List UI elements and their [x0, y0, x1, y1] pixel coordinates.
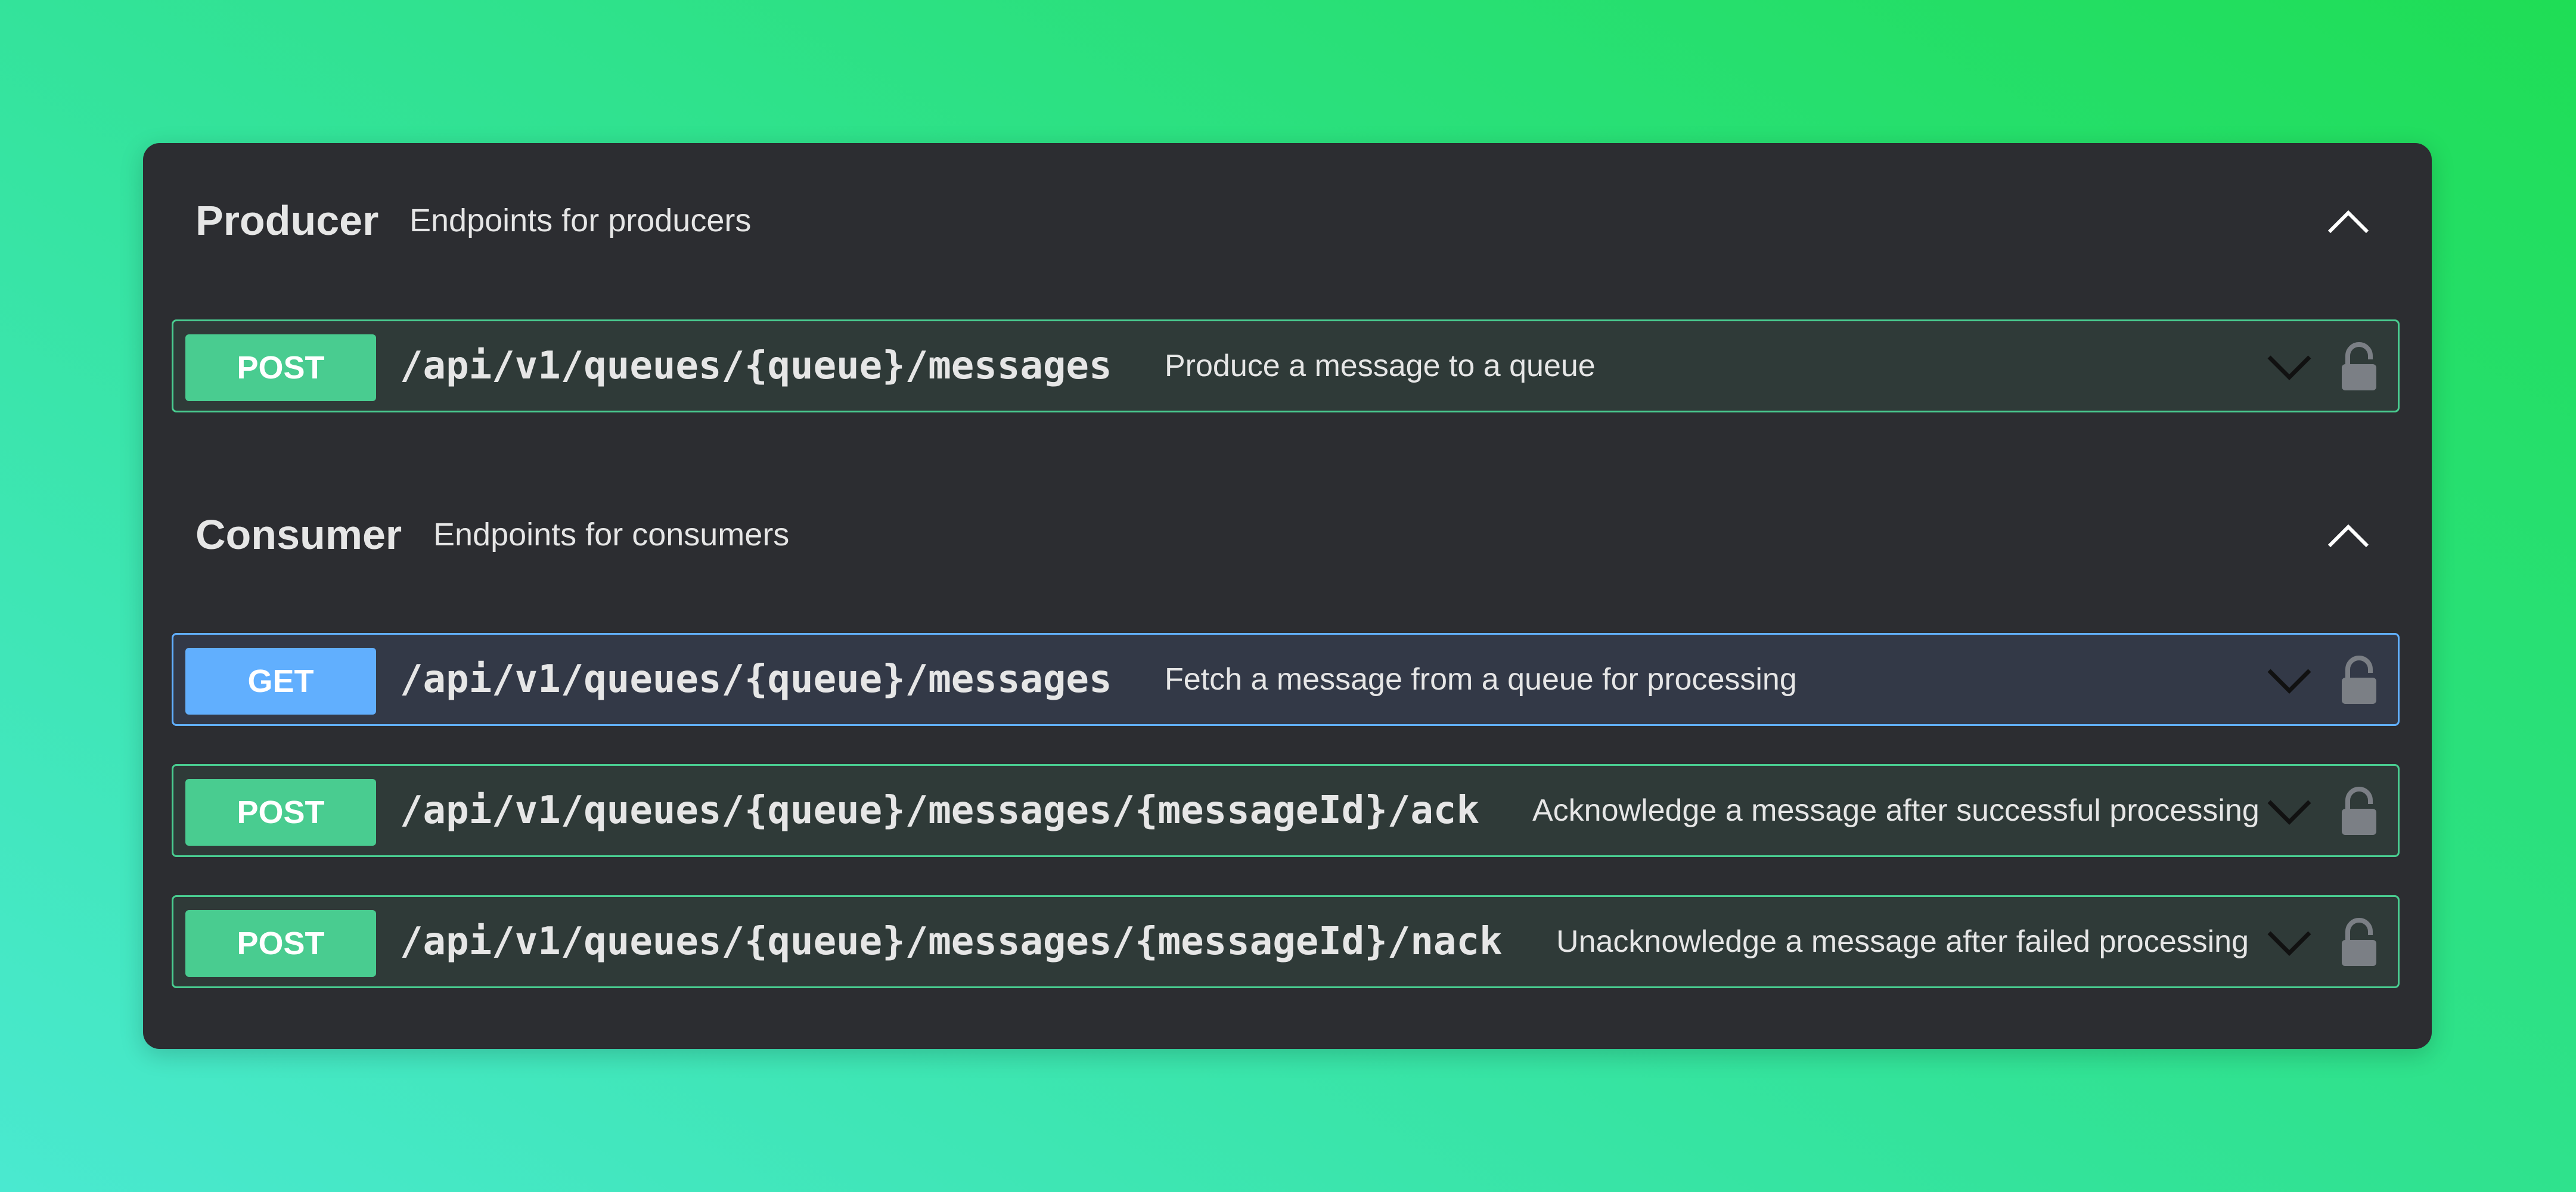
operation-post-nack[interactable]: POST /api/v1/queues/{queue}/messages/{me…: [172, 895, 2400, 988]
tag-header-consumer[interactable]: Consumer Endpoints for consumers: [143, 496, 2432, 573]
operation-path: /api/v1/queues/{queue}/messages/{message…: [400, 789, 1479, 833]
method-badge: POST: [185, 334, 376, 401]
chevron-up-icon[interactable]: [2324, 513, 2372, 557]
method-badge: POST: [185, 910, 376, 977]
operation-get-messages[interactable]: GET /api/v1/queues/{queue}/messages Fetc…: [172, 633, 2400, 726]
operation-summary: Acknowledge a message after successful p…: [1532, 793, 2260, 828]
operation-post-ack[interactable]: POST /api/v1/queues/{queue}/messages/{me…: [172, 764, 2400, 857]
operation-summary: Produce a message to a queue: [1165, 349, 1596, 383]
lock-icon[interactable]: [2339, 786, 2379, 836]
operation-post-messages[interactable]: POST /api/v1/queues/{queue}/messages Pro…: [172, 319, 2400, 412]
tag-name: Producer: [195, 197, 379, 244]
final-panel: Producer Endpoints for producers POST /a…: [143, 143, 2432, 1049]
operation-path: /api/v1/queues/{queue}/messages: [400, 344, 1112, 388]
tag-header-producer-final[interactable]: Producer Endpoints for producers: [143, 182, 2432, 259]
lock-icon[interactable]: [2339, 917, 2379, 967]
method-badge: GET: [185, 648, 376, 715]
operation-summary: Unacknowledge a message after failed pro…: [1556, 924, 2249, 959]
chevron-down-icon[interactable]: [2265, 792, 2313, 831]
tag-description: Endpoints for consumers: [433, 517, 790, 552]
method-badge: POST: [185, 779, 376, 846]
chevron-down-icon[interactable]: [2265, 347, 2313, 387]
chevron-up-icon[interactable]: [2324, 198, 2372, 243]
tag-name: Consumer: [195, 511, 402, 558]
operation-path: /api/v1/queues/{queue}/messages/{message…: [400, 920, 1503, 964]
operation-summary: Fetch a message from a queue for process…: [1165, 662, 1797, 697]
operation-path: /api/v1/queues/{queue}/messages: [400, 657, 1112, 701]
lock-icon[interactable]: [2339, 342, 2379, 392]
tag-description: Endpoints for producers: [409, 203, 752, 238]
lock-icon[interactable]: [2339, 655, 2379, 705]
chevron-down-icon[interactable]: [2265, 923, 2313, 963]
chevron-down-icon[interactable]: [2265, 661, 2313, 700]
